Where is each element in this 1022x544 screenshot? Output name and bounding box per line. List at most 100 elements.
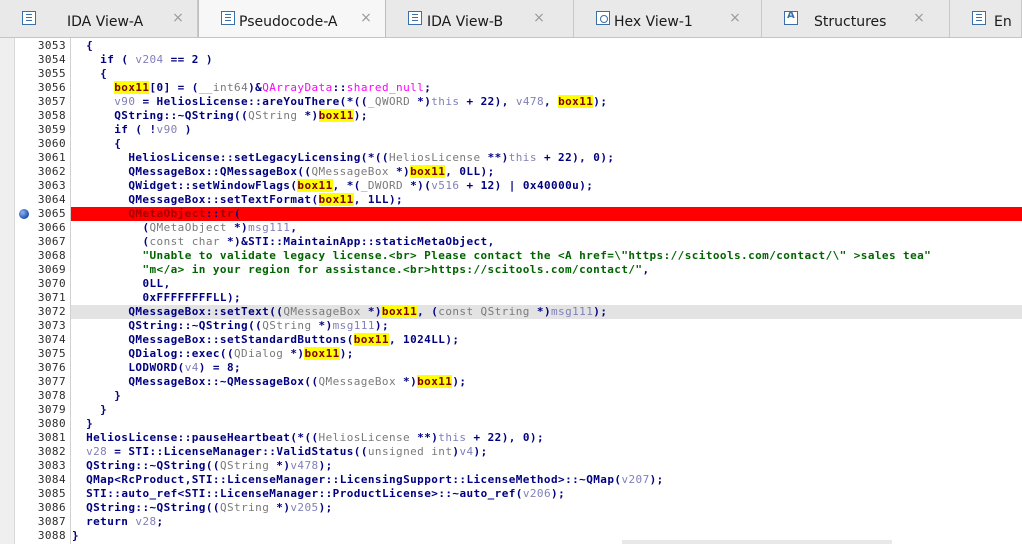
code-line[interactable]: 3055 { [0, 67, 1022, 81]
code-line[interactable]: 3078 } [0, 389, 1022, 403]
code-line[interactable]: 3070 0LL, [0, 277, 1022, 291]
tab-label: En [994, 14, 1012, 30]
line-number: 3071 [37, 291, 66, 304]
code-text[interactable]: } [72, 417, 93, 431]
code-text[interactable]: { [72, 67, 107, 81]
code-text[interactable]: QString::~QString((QString *)v478); [72, 459, 333, 473]
pseudocode-view[interactable]: 3053 {3054 if ( v204 == 2 ) 3055 {3056 bo… [0, 38, 1022, 544]
code-line[interactable]: 3071 0xFFFFFFFFLL); [0, 291, 1022, 305]
code-text[interactable]: HeliosLicense::setLegacyLicensing(*((Hel… [72, 151, 614, 165]
line-number: 3057 [37, 95, 66, 108]
code-text[interactable]: return v28; [72, 515, 164, 529]
code-text[interactable]: if ( v204 == 2 ) [72, 53, 213, 67]
code-line[interactable]: 3076 LODWORD(v4) = 8; [0, 361, 1022, 375]
code-line[interactable]: 3069 "m</a> in your region for assistanc… [0, 263, 1022, 277]
code-text[interactable]: HeliosLicense::pauseHeartbeat(*((HeliosL… [72, 431, 544, 445]
code-text[interactable]: { [72, 39, 93, 53]
code-line[interactable]: 3062 QMessageBox::QMessageBox((QMessageB… [0, 165, 1022, 179]
code-text[interactable]: LODWORD(v4) = 8; [72, 361, 241, 375]
code-line[interactable]: 3073 QString::~QString((QString *)msg111… [0, 319, 1022, 333]
line-number: 3077 [37, 375, 66, 388]
code-text[interactable]: QString::~QString((QString *)msg111); [72, 319, 389, 333]
code-line[interactable]: 3072 QMessageBox::setText((QMessageBox *… [0, 305, 1022, 319]
code-line[interactable]: 3080 } [0, 417, 1022, 431]
code-text[interactable]: QWidget::setWindowFlags(box11, *(_DWORD … [72, 179, 593, 193]
code-line[interactable]: 3083 QString::~QString((QString *)v478); [0, 459, 1022, 473]
close-icon[interactable]: × [912, 11, 926, 25]
code-line[interactable]: 3082 v28 = STI::LicenseManager::ValidSta… [0, 445, 1022, 459]
code-text[interactable]: { [72, 137, 121, 151]
close-icon[interactable]: × [728, 11, 742, 25]
close-icon[interactable]: × [171, 11, 185, 25]
code-text[interactable]: } [72, 529, 79, 543]
enums-icon [972, 11, 986, 25]
code-text[interactable]: 0xFFFFFFFFLL); [72, 291, 241, 305]
code-text[interactable]: QMessageBox::~QMessageBox((QMessageBox *… [72, 375, 466, 389]
code-text[interactable]: 0LL, [72, 277, 171, 291]
code-text[interactable]: (QMetaObject *)msg111, [72, 221, 297, 235]
line-number: 3081 [37, 431, 66, 444]
tab-label: Hex View-1 [614, 14, 693, 30]
code-line[interactable]: 3056 box11[0] = (__int64)&QArrayData::sh… [0, 81, 1022, 95]
code-text[interactable]: v90 = HeliosLicense::areYouThere(*((_QWO… [72, 95, 607, 109]
tab-ida-view-a[interactable]: IDA View-A × [0, 0, 198, 37]
code-text[interactable]: if ( !v90 ) [72, 123, 192, 137]
line-number: 3069 [37, 263, 66, 276]
tab-ida-view-b[interactable]: IDA View-B × [386, 0, 574, 37]
code-text[interactable]: QDialog::exec((QDialog *)box11); [72, 347, 354, 361]
code-line[interactable]: 3086 QString::~QString((QString *)v205); [0, 501, 1022, 515]
tab-structures[interactable]: Structures × [762, 0, 950, 37]
line-number: 3062 [37, 165, 66, 178]
code-text[interactable]: } [72, 389, 121, 403]
code-line[interactable]: 3085 STI::auto_ref<STI::LicenseManager::… [0, 487, 1022, 501]
code-text[interactable]: STI::auto_ref<STI::LicenseManager::Produ… [72, 487, 565, 501]
code-text[interactable]: (const char *)&STI::MaintainApp::staticM… [72, 235, 495, 249]
code-line[interactable]: 3084 QMap<RcProduct,STI::LicenseManager:… [0, 473, 1022, 487]
code-text[interactable]: "Unable to validate legacy license.<br> … [72, 249, 931, 263]
code-text[interactable]: QMessageBox::setTextFormat(box11, 1LL); [72, 193, 403, 207]
line-number: 3082 [37, 445, 66, 458]
code-line[interactable]: 3057 v90 = HeliosLicense::areYouThere(*(… [0, 95, 1022, 109]
code-line[interactable]: 3067 (const char *)&STI::MaintainApp::st… [0, 235, 1022, 249]
line-number: 3056 [37, 81, 66, 94]
tab-pseudocode-a[interactable]: Pseudocode-A × [198, 0, 386, 37]
code-text[interactable]: box11[0] = (__int64)&QArrayData::shared_… [72, 81, 431, 95]
close-icon[interactable]: × [359, 11, 373, 25]
code-text[interactable]: QString::~QString((QString *)v205); [72, 501, 333, 515]
code-line[interactable]: 3077 QMessageBox::~QMessageBox((QMessage… [0, 375, 1022, 389]
code-text[interactable]: v28 = STI::LicenseManager::ValidStatus((… [72, 445, 488, 459]
line-number: 3088 [37, 529, 66, 542]
code-line[interactable]: 3058 QString::~QString((QString *)box11)… [0, 109, 1022, 123]
code-line[interactable]: 3063 QWidget::setWindowFlags(box11, *(_D… [0, 179, 1022, 193]
code-line[interactable]: 3061 HeliosLicense::setLegacyLicensing(*… [0, 151, 1022, 165]
tab-label: IDA View-B [427, 14, 504, 30]
code-line[interactable]: 3054 if ( v204 == 2 ) [0, 53, 1022, 67]
tab-en[interactable]: En [950, 0, 1022, 37]
code-text[interactable]: QMessageBox::setStandardButtons(box11, 1… [72, 333, 459, 347]
code-text[interactable]: "m</a> in your region for assistance.<br… [72, 263, 650, 277]
code-text[interactable]: QMap<RcProduct,STI::LicenseManager::Lice… [72, 473, 664, 487]
hex-view-icon [596, 11, 610, 25]
code-line[interactable]: 3068 "Unable to validate legacy license.… [0, 249, 1022, 263]
code-text[interactable]: QString::~QString((QString *)box11); [72, 109, 368, 123]
code-line[interactable]: 3074 QMessageBox::setStandardButtons(box… [0, 333, 1022, 347]
code-line[interactable]: 3075 QDialog::exec((QDialog *)box11); [0, 347, 1022, 361]
horizontal-scrollbar[interactable] [622, 540, 892, 544]
code-line[interactable]: 3053 { [0, 39, 1022, 53]
code-line[interactable]: 3059 if ( !v90 ) [0, 123, 1022, 137]
close-icon[interactable]: × [532, 11, 546, 25]
code-line[interactable]: 3081 HeliosLicense::pauseHeartbeat(*((He… [0, 431, 1022, 445]
code-line[interactable]: 3060 { [0, 137, 1022, 151]
code-line[interactable]: 3065 QMetaObject::tr( [0, 207, 1022, 221]
code-line[interactable]: 3066 (QMetaObject *)msg111, [0, 221, 1022, 235]
code-text[interactable]: } [72, 403, 107, 417]
line-number: 3080 [37, 417, 66, 430]
tab-hex-view-1[interactable]: Hex View-1 × [574, 0, 762, 37]
code-line[interactable]: 3079 } [0, 403, 1022, 417]
code-line[interactable]: 3064 QMessageBox::setTextFormat(box11, 1… [0, 193, 1022, 207]
line-number: 3066 [37, 221, 66, 234]
code-text[interactable]: QMessageBox::setText((QMessageBox *)box1… [72, 305, 607, 319]
code-text[interactable]: QMetaObject::tr( [72, 207, 241, 221]
code-text[interactable]: QMessageBox::QMessageBox((QMessageBox *)… [72, 165, 495, 179]
code-line[interactable]: 3087 return v28; [0, 515, 1022, 529]
